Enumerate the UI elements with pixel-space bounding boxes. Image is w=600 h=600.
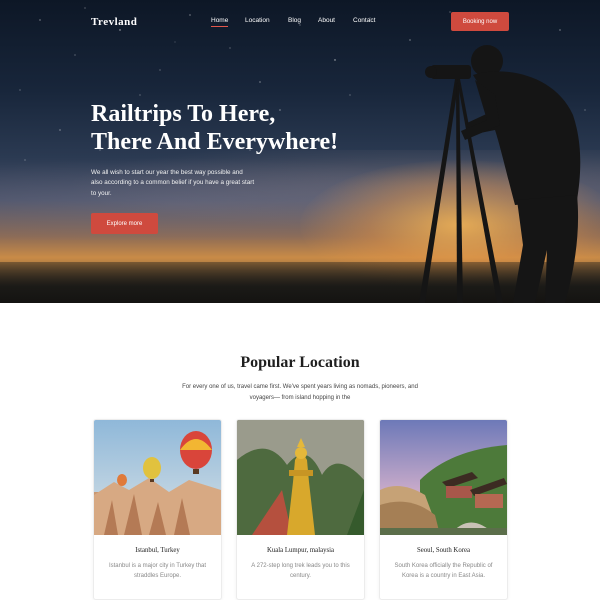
hero-title-line-2: There And Everywhere! — [91, 129, 339, 155]
hero-title-line-1: Railtrips To Here, — [91, 101, 276, 127]
nav-link-contact[interactable]: Contact — [353, 17, 375, 24]
hero-title: Railtrips To Here, There And Everywhere! — [91, 100, 411, 156]
card-description: A 272-step long trek leads you to this c… — [251, 563, 350, 579]
location-card-kuala-lumpur[interactable]: Kuala Lumpur, malaysia A 272-step long t… — [236, 419, 365, 600]
card-description: South Korea officially the Republic of K… — [394, 563, 493, 579]
nav-link-blog[interactable]: Blog — [288, 17, 301, 24]
card-title: Seoul, South Korea — [416, 547, 471, 554]
nav-link-home[interactable]: Home — [211, 17, 229, 27]
explore-more-button[interactable]: Explore more — [91, 213, 158, 234]
nav-link-location[interactable]: Location — [245, 17, 270, 24]
location-card-istanbul[interactable]: Istanbul, Turkey Istanbul is a major cit… — [93, 419, 222, 600]
logo[interactable]: Trevland — [91, 16, 137, 28]
istanbul-image — [94, 420, 221, 535]
seoul-image — [380, 420, 507, 535]
hero-description: We all wish to start our year the best w… — [91, 169, 255, 197]
booking-now-button[interactable]: Booking now — [451, 12, 509, 31]
location-card-seoul[interactable]: Seoul, South Korea South Korea officiall… — [379, 419, 508, 600]
card-description: Istanbul is a major city in Turkey that … — [108, 563, 207, 579]
nav-link-about[interactable]: About — [318, 17, 335, 24]
section-title: Popular Location — [240, 354, 360, 371]
section-description: For every one of us, travel came first. … — [182, 384, 418, 401]
top-navigation: Trevland Home Location Blog About Contac… — [0, 0, 600, 44]
card-title: Istanbul, Turkey — [135, 547, 180, 554]
card-title: Kuala Lumpur, malaysia — [266, 547, 335, 554]
kuala-lumpur-image — [237, 420, 364, 535]
photographer-silhouette — [419, 45, 581, 303]
hero-banner: Trevland Home Location Blog About Contac… — [0, 0, 600, 303]
